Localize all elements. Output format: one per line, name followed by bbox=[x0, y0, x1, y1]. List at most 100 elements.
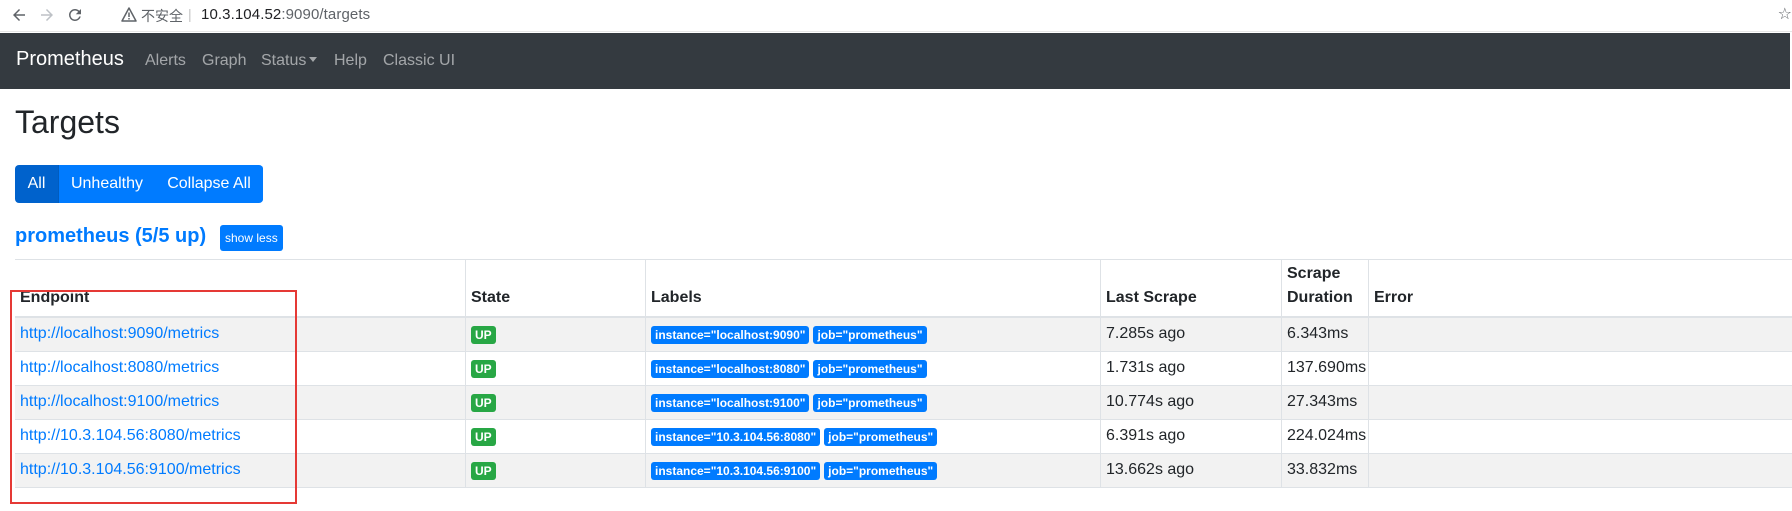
column-header-last-scrape: Last Scrape bbox=[1100, 260, 1281, 317]
back-arrow-icon[interactable] bbox=[8, 4, 30, 26]
brand-logo-text[interactable]: Prometheus bbox=[16, 48, 124, 71]
label-badge: job="prometheus" bbox=[813, 360, 927, 378]
reload-icon[interactable] bbox=[64, 4, 86, 26]
nav-graph[interactable]: Graph bbox=[202, 52, 246, 70]
address-bar-url[interactable]: 10.3.104.52:9090/targets bbox=[201, 6, 370, 23]
nav-status-label: Status bbox=[261, 52, 307, 69]
scrape-duration-cell: 6.343ms bbox=[1281, 318, 1368, 352]
error-cell bbox=[1368, 454, 1792, 488]
labels-cell: instance="10.3.104.56:9100" job="promethe… bbox=[645, 454, 1100, 488]
top-navbar: Prometheus Alerts Graph Status Help Clas… bbox=[0, 33, 1792, 89]
last-scrape-cell: 6.391s ago bbox=[1100, 420, 1281, 454]
state-cell: UP bbox=[465, 386, 645, 420]
column-header-label: Error bbox=[1374, 289, 1414, 306]
last-scrape-cell: 7.285s ago bbox=[1100, 318, 1281, 352]
last-scrape-value: 7.285s ago bbox=[1106, 325, 1186, 342]
url-path: :9090/targets bbox=[281, 6, 371, 23]
table-row: http://localhost:9100/metrics UP instanc… bbox=[15, 386, 1792, 420]
state-cell: UP bbox=[465, 420, 645, 454]
state-badge: UP bbox=[471, 326, 496, 344]
column-header-endpoint: Endpoint bbox=[15, 260, 465, 317]
labels-cell: instance="localhost:9090" job="prometheus… bbox=[645, 318, 1100, 352]
endpoint-cell: http://localhost:8080/metrics bbox=[15, 352, 465, 386]
table-row: http://localhost:8080/metrics UP instanc… bbox=[15, 352, 1792, 386]
state-badge: UP bbox=[471, 428, 496, 446]
error-cell bbox=[1368, 420, 1792, 454]
chevron-down-icon bbox=[309, 57, 318, 62]
scrape-duration-value: 33.832ms bbox=[1287, 461, 1358, 478]
endpoint-link[interactable]: http://localhost:9090/metrics bbox=[20, 325, 219, 342]
state-badge: UP bbox=[471, 394, 496, 412]
label-badge: job="prometheus" bbox=[813, 394, 927, 412]
forward-arrow-icon[interactable] bbox=[36, 4, 58, 26]
table-row: http://10.3.104.56:8080/metrics UP insta… bbox=[15, 420, 1792, 454]
label-badge: job="prometheus" bbox=[813, 326, 927, 344]
endpoint-link[interactable]: http://10.3.104.56:9100/metrics bbox=[20, 461, 241, 478]
scrape-duration-value: 6.343ms bbox=[1287, 325, 1349, 342]
scrape-duration-value: 27.343ms bbox=[1287, 393, 1358, 410]
state-badge: UP bbox=[471, 360, 496, 378]
column-header-label: Last Scrape bbox=[1106, 289, 1197, 306]
endpoint-cell: http://localhost:9090/metrics bbox=[15, 318, 465, 352]
bookmark-star-icon[interactable]: ☆ bbox=[1778, 4, 1792, 24]
collapse-all-button[interactable]: Collapse All bbox=[156, 165, 263, 203]
table-header: Endpoint State Labels Last Scrape Scrape… bbox=[15, 259, 1792, 318]
label-badge: job="prometheus" bbox=[824, 462, 938, 480]
label-badge: instance="localhost:8080" bbox=[651, 360, 810, 378]
warning-icon[interactable] bbox=[121, 7, 137, 23]
last-scrape-value: 13.662s ago bbox=[1106, 461, 1195, 478]
labels-cell: instance="10.3.104.56:8080" job="promethe… bbox=[645, 420, 1100, 454]
label-badge: instance="10.3.104.56:8080" bbox=[651, 428, 821, 446]
labels-cell: instance="localhost:8080" job="prometheus… bbox=[645, 352, 1100, 386]
label-badge: instance="localhost:9090" bbox=[651, 326, 810, 344]
endpoint-link[interactable]: http://localhost:8080/metrics bbox=[20, 359, 219, 376]
scrape-pool-title[interactable]: prometheus (5/5 up) bbox=[15, 225, 206, 248]
error-cell bbox=[1368, 352, 1792, 386]
labels-cell: instance="localhost:9100" job="prometheus… bbox=[645, 386, 1100, 420]
last-scrape-value: 1.731s ago bbox=[1106, 359, 1186, 376]
state-cell: UP bbox=[465, 318, 645, 352]
nav-alerts[interactable]: Alerts bbox=[145, 52, 186, 70]
state-badge: UP bbox=[471, 462, 496, 480]
nav-help[interactable]: Help bbox=[334, 52, 367, 70]
scrape-duration-cell: 224.024ms bbox=[1281, 420, 1368, 454]
error-cell bbox=[1368, 318, 1792, 352]
column-header-error: Error bbox=[1368, 260, 1792, 317]
state-cell: UP bbox=[465, 454, 645, 488]
scrape-duration-cell: 33.832ms bbox=[1281, 454, 1368, 488]
nav-classic-ui[interactable]: Classic UI bbox=[383, 52, 455, 70]
endpoint-cell: http://10.3.104.56:8080/metrics bbox=[15, 420, 465, 454]
filter-all-button[interactable]: All bbox=[15, 165, 59, 203]
column-header-label: Scrape Duration bbox=[1287, 265, 1353, 306]
address-separator: | bbox=[188, 6, 192, 22]
table-row: http://localhost:9090/metrics UP instanc… bbox=[15, 318, 1792, 352]
last-scrape-cell: 1.731s ago bbox=[1100, 352, 1281, 386]
filter-button-group: All Unhealthy Collapse All bbox=[15, 165, 263, 203]
label-badge: instance="localhost:9100" bbox=[651, 394, 810, 412]
show-less-button[interactable]: show less bbox=[220, 225, 283, 251]
endpoint-link[interactable]: http://localhost:9100/metrics bbox=[20, 393, 219, 410]
label-badge: job="prometheus" bbox=[824, 428, 938, 446]
column-header-label: Endpoint bbox=[20, 289, 90, 306]
scrape-duration-cell: 137.690ms bbox=[1281, 352, 1368, 386]
scrape-duration-value: 224.024ms bbox=[1287, 427, 1367, 444]
nav-status-dropdown[interactable]: Status bbox=[261, 52, 318, 70]
scrape-duration-value: 137.690ms bbox=[1287, 359, 1367, 376]
url-host: 10.3.104.52 bbox=[201, 6, 282, 23]
column-header-scrape-duration: Scrape Duration bbox=[1281, 260, 1368, 317]
scrape-duration-cell: 27.343ms bbox=[1281, 386, 1368, 420]
column-header-label: State bbox=[471, 289, 511, 306]
filter-unhealthy-button[interactable]: Unhealthy bbox=[59, 165, 156, 203]
last-scrape-cell: 10.774s ago bbox=[1100, 386, 1281, 420]
state-cell: UP bbox=[465, 352, 645, 386]
page-title: Targets bbox=[15, 104, 120, 140]
column-header-label: Labels bbox=[651, 289, 702, 306]
endpoint-link[interactable]: http://10.3.104.56:8080/metrics bbox=[20, 427, 241, 444]
column-header-state: State bbox=[465, 260, 645, 317]
column-header-labels: Labels bbox=[645, 260, 1100, 317]
insecure-label[interactable]: 不安全 bbox=[141, 6, 183, 26]
last-scrape-value: 6.391s ago bbox=[1106, 427, 1186, 444]
browser-toolbar: 不安全 | 10.3.104.52:9090/targets ☆ bbox=[0, 0, 1792, 32]
table-row: http://10.3.104.56:9100/metrics UP insta… bbox=[15, 454, 1792, 488]
last-scrape-cell: 13.662s ago bbox=[1100, 454, 1281, 488]
